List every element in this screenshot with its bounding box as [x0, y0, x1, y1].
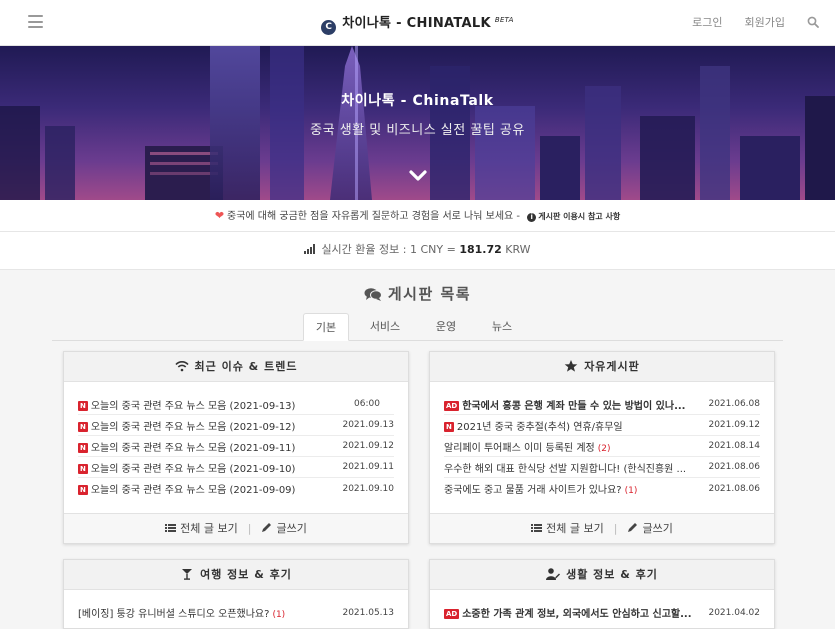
comment-count: (1)	[624, 486, 638, 496]
post-date: 06:00	[354, 399, 380, 409]
usage-guide-link[interactable]: 게시판 이용시 참고 사항	[538, 212, 620, 221]
tab-basic[interactable]: 기본	[303, 313, 349, 341]
exchange-rate-bar: 실시간 환율 정보 : 1 CNY = 181.72 KRW	[0, 232, 835, 270]
comment-count: (1)	[272, 610, 286, 620]
star-icon	[564, 360, 578, 372]
list-icon	[531, 524, 543, 532]
login-link[interactable]: 로그인	[692, 14, 722, 30]
post-title[interactable]: [베이징] 퉁강 유니버셜 스튜디오 오픈했나요?	[78, 609, 269, 620]
panel-title: 최근 이슈 & 트렌드	[194, 360, 298, 373]
panel-footer: 전체 글 보기 | 글쓰기	[430, 513, 774, 543]
new-badge: N	[444, 421, 454, 432]
list-item[interactable]: N 오늘의 중국 관련 주요 뉴스 모음 (2021-09-12) 2021.09.…	[78, 415, 394, 436]
top-navbar: C 차이나톡 - CHINATALK BETA 로그인 회원가입	[0, 0, 835, 46]
new-badge: N	[78, 485, 88, 495]
info-icon: i	[527, 213, 537, 222]
list-icon	[165, 524, 177, 532]
list-item[interactable]: N 오늘의 중국 관련 주요 뉴스 모음 (2021-09-11) 2021.09.…	[78, 436, 394, 457]
cocktail-icon	[182, 569, 193, 580]
board-heading-text: 게시판 목록	[387, 285, 472, 303]
panel-recent-issues: 최근 이슈 & 트렌드 N 오늘의 중국 관련 주요 뉴스 모음 (2021-09…	[63, 351, 409, 544]
beta-label: BETA	[494, 16, 514, 24]
ad-badge: AD	[444, 400, 460, 411]
search-icon[interactable]	[807, 16, 819, 28]
list-item[interactable]: 중국에도 중고 물품 거래 사이트가 있나요? (1) 2021.08.06	[444, 478, 760, 499]
tab-service[interactable]: 서비스	[360, 313, 410, 341]
post-title[interactable]: 한국에서 홍콩 은행 계좌 만들 수 있는 방법이 있나...	[462, 401, 685, 412]
list-item[interactable]: N 오늘의 중국 관련 주요 뉴스 모음 (2021-09-10) 2021.09.…	[78, 457, 394, 478]
comments-icon	[364, 288, 382, 301]
post-date: 2021.08.14	[708, 441, 760, 451]
panel-free-board: 자유게시판 AD 한국에서 홍콩 은행 계좌 만들 수 있는 방법이 있나... 2…	[429, 351, 775, 544]
panel-title: 생활 정보 & 후기	[566, 568, 658, 581]
board-tabs: 기본 서비스 운영 뉴스	[52, 313, 783, 341]
post-date: 2021.09.12	[708, 420, 760, 430]
new-badge: N	[78, 421, 88, 432]
panel-header[interactable]: 최근 이슈 & 트렌드	[64, 352, 408, 382]
user-nav: 로그인 회원가입	[670, 14, 819, 30]
post-date: 2021.06.08	[708, 399, 760, 409]
post-date: 2021.09.11	[342, 462, 394, 472]
brand-name: 차이나톡 - CHINATALK	[342, 16, 491, 31]
new-badge: N	[78, 400, 88, 411]
list-item[interactable]: AD 한국에서 홍콩 은행 계좌 만들 수 있는 방법이 있나... 2021.06…	[444, 394, 760, 415]
post-date: 2021.08.06	[708, 483, 760, 494]
list-item[interactable]: N 오늘의 중국 관련 주요 뉴스 모음 (2021-09-13) 06:00	[78, 394, 394, 415]
notice-bar: ❤ 중국에 대해 궁금한 점을 자유롭게 질문하고 경험을 서로 나눠 보세요 -…	[0, 200, 835, 232]
wifi-icon	[174, 360, 189, 372]
post-date: 2021.08.06	[708, 462, 760, 472]
panel-footer: 전체 글 보기 | 글쓰기	[64, 513, 408, 543]
panel-header[interactable]: 자유게시판	[430, 352, 774, 382]
post-title[interactable]: 오늘의 중국 관련 주요 뉴스 모음 (2021-09-13)	[91, 401, 296, 412]
new-badge: N	[78, 442, 88, 453]
new-badge: N	[78, 463, 88, 474]
heart-icon: ❤	[214, 209, 225, 222]
view-all-link[interactable]: 전체 글 보기	[180, 522, 238, 535]
hero-subtitle: 중국 생활 및 비즈니스 실전 꿀팁 공유	[310, 123, 525, 138]
hero-banner: 차이나톡 - ChinaTalk 중국 생활 및 비즈니스 실전 꿀팁 공유	[0, 46, 835, 200]
rate-value: 181.72	[459, 243, 502, 256]
post-date: 2021.09.13	[342, 420, 394, 430]
panel-header[interactable]: 생활 정보 & 후기	[430, 560, 774, 590]
post-title[interactable]: 오늘의 중국 관련 주요 뉴스 모음 (2021-09-10)	[91, 464, 296, 475]
post-title[interactable]: 소중한 가족 관계 정보, 외국에서도 안심하고 신고할...	[462, 609, 691, 620]
rate-unit: KRW	[505, 243, 531, 256]
comment-count: (2)	[597, 443, 611, 454]
list-item[interactable]: N 2021년 중국 중추절(추석) 연휴/휴무일 2021.09.12	[444, 415, 760, 436]
post-date: 2021.09.12	[342, 441, 394, 451]
brand-logo-icon: C	[321, 20, 337, 35]
post-title[interactable]: 중국에도 중고 물품 거래 사이트가 있나요?	[444, 485, 622, 496]
post-title[interactable]: 우수한 해외 대표 한식당 선발 지원합니다! (한식진흥원 ...	[444, 464, 686, 475]
post-title[interactable]: 오늘의 중국 관련 주요 뉴스 모음 (2021-09-11)	[91, 443, 296, 454]
post-title[interactable]: 알리페이 투어패스 이미 등록된 계정	[444, 443, 595, 454]
rate-label: 실시간 환율 정보 : 1 CNY =	[321, 243, 456, 256]
tab-operation[interactable]: 운영	[424, 313, 468, 341]
write-link[interactable]: 글쓰기	[276, 522, 306, 535]
signal-bars-icon	[304, 244, 316, 254]
tab-news[interactable]: 뉴스	[480, 313, 524, 341]
list-item[interactable]: N 오늘의 중국 관련 주요 뉴스 모음 (2021-09-09) 2021.09.…	[78, 478, 394, 499]
board-list-heading: 게시판 목록	[0, 283, 835, 304]
write-link[interactable]: 글쓰기	[642, 522, 672, 535]
notice-text: 중국에 대해 궁금한 점을 자유롭게 질문하고 경험을 서로 나눠 보세요 -	[227, 211, 521, 222]
post-title[interactable]: 2021년 중국 중추절(추석) 연휴/휴무일	[457, 422, 623, 433]
post-date: 2021.09.10	[342, 483, 394, 494]
panel-title: 자유게시판	[584, 360, 640, 373]
chevron-down-icon[interactable]	[409, 170, 427, 182]
signup-link[interactable]: 회원가입	[745, 14, 785, 30]
post-title[interactable]: 오늘의 중국 관련 주요 뉴스 모음 (2021-09-09)	[91, 485, 296, 496]
panel-travel: 여행 정보 & 후기 [베이징] 퉁강 유니버셜 스튜디오 오픈했나요? (1) 2…	[63, 559, 409, 629]
view-all-link[interactable]: 전체 글 보기	[546, 522, 604, 535]
hero-title: 차이나톡 - ChinaTalk	[341, 93, 494, 109]
ad-badge: AD	[444, 609, 460, 619]
pencil-icon	[262, 523, 272, 532]
pencil-icon	[628, 523, 638, 532]
panel-life: 생활 정보 & 후기 AD 소중한 가족 관계 정보, 외국에서도 안심하고 신고…	[429, 559, 775, 629]
panel-title: 여행 정보 & 후기	[200, 568, 292, 581]
panel-header[interactable]: 여행 정보 & 후기	[64, 560, 408, 590]
list-item[interactable]: 우수한 해외 대표 한식당 선발 지원합니다! (한식진흥원 ... 2021.0…	[444, 457, 760, 478]
list-item[interactable]: 알리페이 투어패스 이미 등록된 계정 (2) 2021.08.14	[444, 436, 760, 457]
user-edit-icon	[546, 568, 561, 580]
post-title[interactable]: 오늘의 중국 관련 주요 뉴스 모음 (2021-09-12)	[91, 422, 296, 433]
